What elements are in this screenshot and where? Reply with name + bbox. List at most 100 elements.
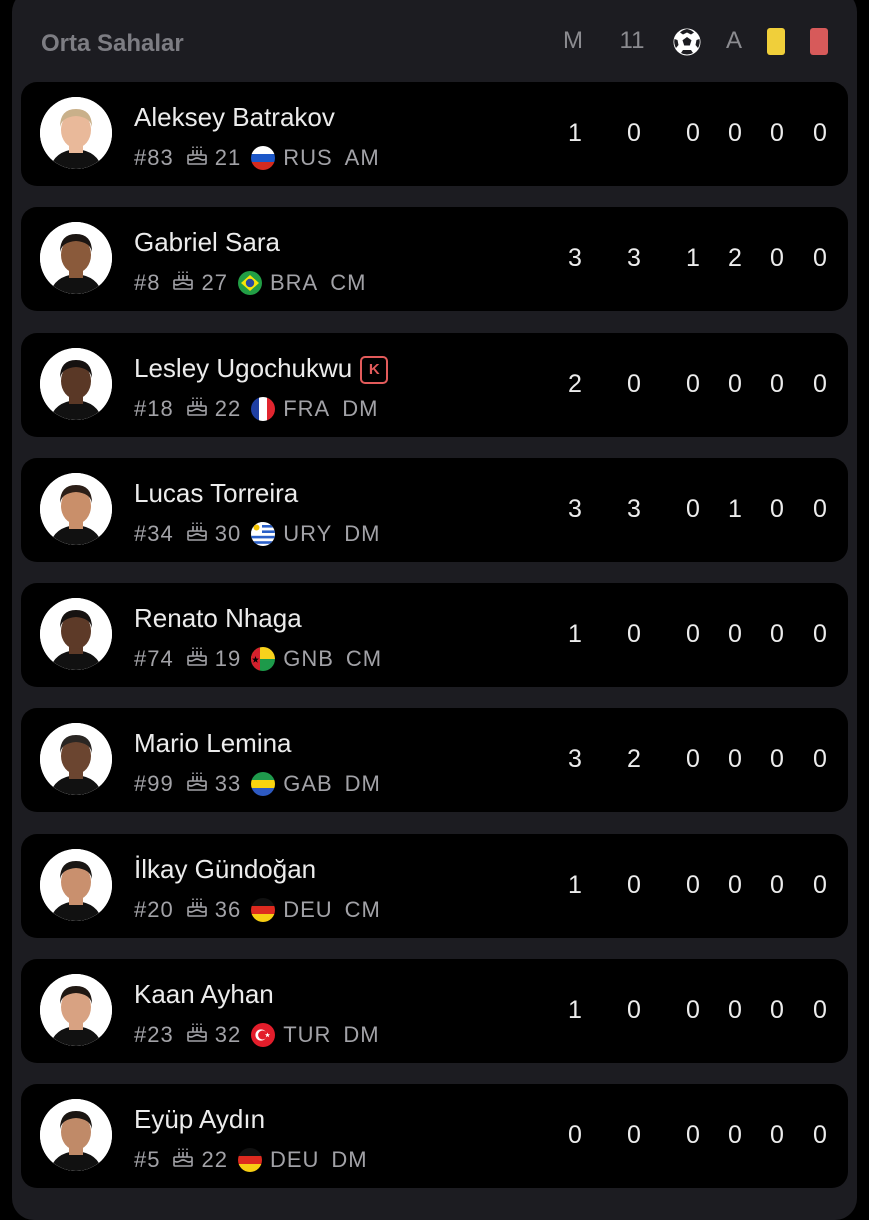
birthday-cake-icon <box>186 1021 208 1049</box>
player-name: Mario Lemina <box>134 728 292 759</box>
player-avatar <box>40 472 112 545</box>
country-code: GAB <box>283 771 333 797</box>
goals-value: 0 <box>686 369 700 398</box>
player-age: 22 <box>214 395 242 421</box>
shirt-number: #18 <box>134 395 174 421</box>
starts-value: 0 <box>627 870 641 899</box>
player-name: Gabriel Sara <box>134 227 280 258</box>
starts-value: 0 <box>627 119 641 147</box>
player-name-line: Lesley Ugochukwu K <box>134 352 389 384</box>
player-avatar <box>40 723 112 796</box>
deu-flag-icon <box>251 897 276 922</box>
yellow-cards-value: 0 <box>770 870 784 899</box>
shirt-number: #83 <box>134 145 174 170</box>
goals-value: 0 <box>686 996 700 1025</box>
player-row[interactable]: Aleksey Batrakov #83 21 RUS AM 1 0 0 0 0 0 <box>21 82 848 186</box>
player-name-line: İlkay Gündoğan <box>134 854 316 885</box>
matches-value: 1 <box>568 119 582 147</box>
red-cards-value: 0 <box>813 745 827 774</box>
player-row[interactable]: Kaan Ayhan #23 32 TUR DM 1 0 0 0 0 0 <box>21 959 848 1064</box>
player-meta: #18 22 FRA DM <box>134 395 378 423</box>
player-avatar <box>40 97 112 169</box>
player-position: CM <box>330 270 367 296</box>
yellow-card-shape <box>767 28 785 56</box>
player-name-line: Aleksey Batrakov <box>134 102 335 133</box>
yellow-card-icon <box>756 26 796 56</box>
player-age: 36 <box>214 896 242 922</box>
player-age: 19 <box>214 646 242 672</box>
player-position: DM <box>331 1147 368 1173</box>
assists-value: 2 <box>728 244 742 273</box>
red-cards-value: 0 <box>813 996 827 1025</box>
birthday-cake-icon <box>186 520 208 548</box>
goals-value: 0 <box>686 494 700 523</box>
yellow-cards-value: 0 <box>770 494 784 523</box>
starts-value: 3 <box>627 494 641 523</box>
yellow-cards-value: 0 <box>770 620 784 649</box>
bra-flag-icon <box>237 271 262 296</box>
assists-value: 0 <box>728 996 742 1025</box>
player-row[interactable]: Lucas Torreira #34 30 URY DM 3 3 0 1 0 0 <box>21 457 848 562</box>
player-meta: #20 36 DEU CM <box>134 896 381 924</box>
starts-value: 2 <box>627 745 641 774</box>
matches-value: 0 <box>568 1121 582 1150</box>
assists-value: 0 <box>728 369 742 398</box>
shirt-number: #74 <box>134 646 174 672</box>
player-name-line: Eyüp Aydın <box>134 1104 265 1135</box>
matches-value: 1 <box>568 870 582 899</box>
player-avatar <box>40 347 112 420</box>
player-name-line: Gabriel Sara <box>134 227 280 258</box>
birthday-cake-icon <box>186 395 208 423</box>
shirt-number: #20 <box>134 896 174 922</box>
yellow-cards-value: 0 <box>770 996 784 1025</box>
player-row[interactable]: Gabriel Sara #8 27 BRA CM 3 3 1 2 0 0 <box>21 207 848 312</box>
matches-value: 3 <box>568 745 582 774</box>
matches-value: 1 <box>568 996 582 1025</box>
player-name-line: Renato Nhaga <box>134 603 302 634</box>
player-meta: #23 32 TUR DM <box>134 1021 380 1049</box>
player-name: Kaan Ayhan <box>134 979 274 1010</box>
shirt-number: #99 <box>134 771 174 797</box>
player-age: 22 <box>201 1147 228 1173</box>
player-row[interactable]: Eyüp Aydın #5 22 DEU DM 0 0 0 0 0 0 <box>21 1084 848 1189</box>
player-position: AM <box>344 145 380 170</box>
birthday-cake-icon <box>186 144 208 172</box>
player-name: Lesley Ugochukwu <box>134 352 353 383</box>
player-name-line: Kaan Ayhan <box>134 979 274 1010</box>
gnb-flag-icon <box>251 647 276 672</box>
goals-value: 0 <box>686 745 700 774</box>
player-age: 27 <box>201 270 228 296</box>
red-cards-value: 0 <box>813 620 827 649</box>
player-row[interactable]: Mario Lemina #99 33 GAB DM 3 2 0 0 0 0 <box>21 708 848 813</box>
player-avatar <box>40 1099 112 1172</box>
soccer-ball-icon <box>667 26 707 56</box>
assists-value: 0 <box>728 620 742 649</box>
player-position: DM <box>344 771 381 797</box>
player-age: 30 <box>214 520 242 546</box>
country-code: DEU <box>269 1147 320 1173</box>
player-row[interactable]: İlkay Gündoğan #20 36 DEU CM 1 0 0 0 0 0 <box>21 833 848 938</box>
player-avatar <box>40 974 112 1047</box>
fra-flag-icon <box>251 396 276 421</box>
matches-column-header: M <box>563 27 583 54</box>
starts-value: 0 <box>627 996 641 1025</box>
player-row[interactable]: Lesley Ugochukwu K #18 22 FRA DM 2 0 0 0 0 0 <box>21 332 848 437</box>
player-meta: #8 27 BRA CM <box>134 269 366 297</box>
shirt-number: #8 <box>134 270 161 296</box>
stats-header: Orta Sahalar M 11 A <box>12 0 857 82</box>
country-code: RUS <box>283 145 333 170</box>
assists-value: 0 <box>728 870 742 899</box>
player-position: DM <box>344 520 381 546</box>
player-list: Aleksey Batrakov #83 21 RUS AM 1 0 0 0 0 0 Gabriel … <box>21 82 848 1210</box>
country-code: TUR <box>283 1022 332 1048</box>
deu-flag-icon <box>237 1148 262 1173</box>
player-row[interactable]: Renato Nhaga #74 19 GNB CM 1 0 0 0 0 0 <box>21 583 848 688</box>
player-avatar <box>40 848 112 921</box>
yellow-cards-value: 0 <box>770 244 784 273</box>
matches-value: 1 <box>568 620 582 649</box>
gab-flag-icon <box>251 772 276 797</box>
yellow-cards-value: 0 <box>770 119 784 147</box>
country-code: DEU <box>283 896 333 922</box>
player-age: 21 <box>214 145 242 170</box>
assists-value: 1 <box>728 494 742 523</box>
